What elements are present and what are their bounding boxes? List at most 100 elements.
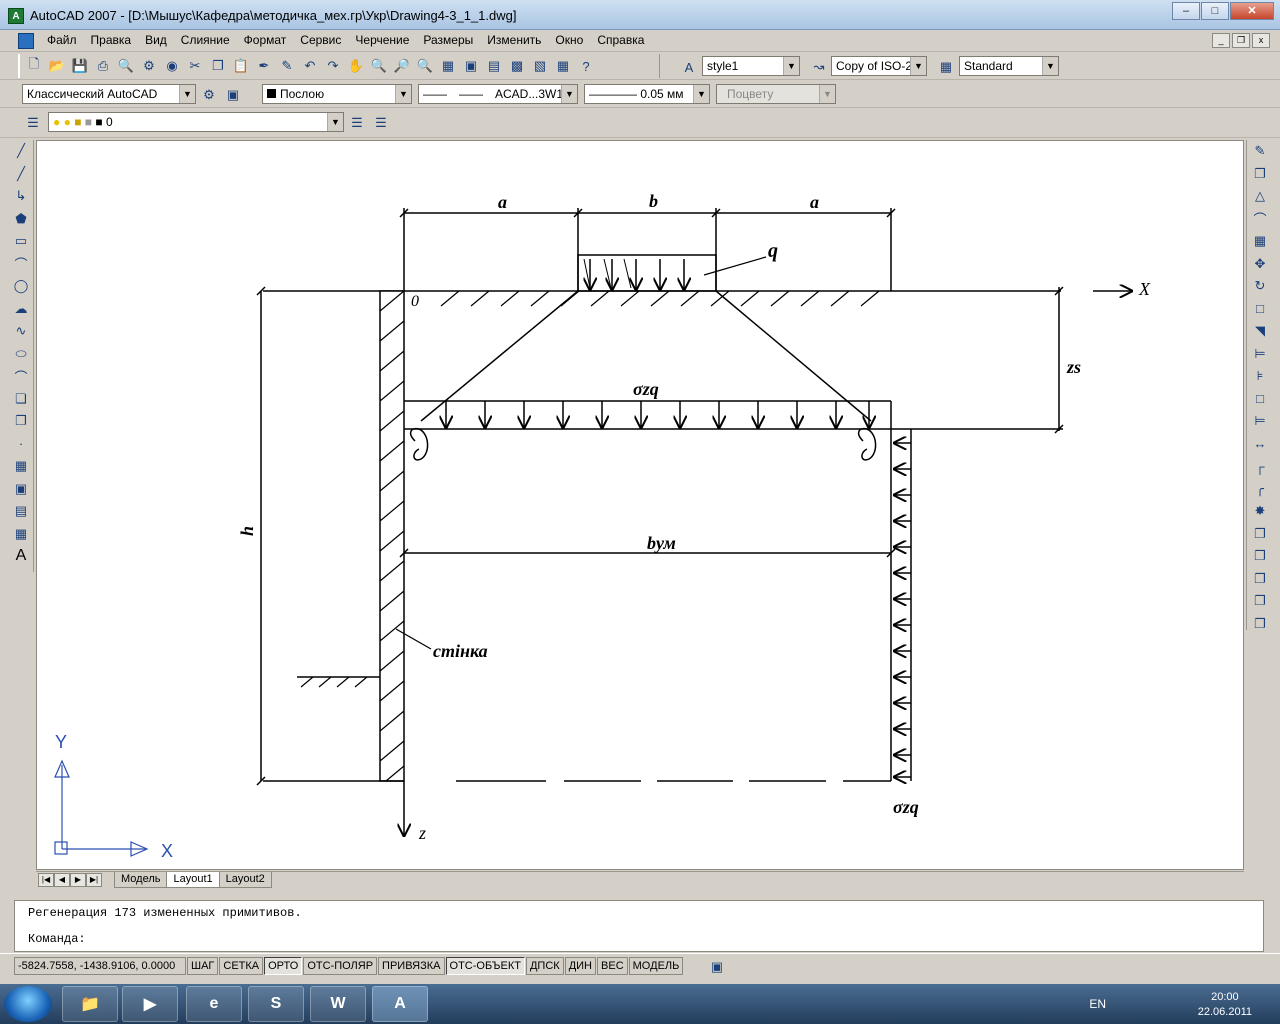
cut-icon[interactable]: ✂ (184, 55, 206, 77)
ducs-toggle[interactable]: ДПСК (525, 957, 564, 975)
snap-toggle[interactable]: ШАГ (187, 957, 219, 975)
menu-tools[interactable]: Сервис (293, 33, 348, 47)
layer-select[interactable]: ● ● ■ ■ ■ 0 ▼ (48, 112, 344, 132)
explode-icon[interactable]: ✸ (1249, 500, 1271, 522)
help-icon[interactable]: ? (575, 55, 597, 77)
tab-layout1[interactable]: Layout1 (166, 872, 220, 888)
next-tab-icon[interactable]: ▶ (70, 873, 86, 887)
lwt-toggle[interactable]: ВЕС (597, 957, 628, 975)
drawing-canvas[interactable]: a b a q X 0 zs σzq h bум стінка z σzq Y … (36, 140, 1244, 870)
move-icon[interactable]: ✥ (1249, 253, 1271, 275)
3d-dwf-icon[interactable]: ◉ (161, 55, 183, 77)
revision-cloud-icon[interactable]: ☁ (10, 298, 32, 320)
doc-minimize-button[interactable]: _ (1212, 33, 1230, 48)
sheet-set-icon[interactable]: ▩ (506, 55, 528, 77)
ellipse-arc-icon[interactable]: ⌒ (10, 365, 32, 387)
polar-toggle[interactable]: ОТС-ПОЛЯР (303, 957, 378, 975)
autocad-taskbar-icon[interactable]: A (372, 986, 428, 1022)
ortho-toggle[interactable]: ОРТО (264, 957, 303, 975)
close-button[interactable]: ✕ (1230, 2, 1274, 20)
line-icon[interactable]: ╱ (10, 140, 32, 162)
layer-manager-icon[interactable]: ☰ (22, 112, 44, 134)
text-style-select[interactable]: style1 ▼ (702, 56, 800, 76)
polyline-icon[interactable]: ↳ (10, 185, 32, 207)
doc-close-button[interactable]: x (1252, 33, 1270, 48)
workspace-settings-icon[interactable]: ⚙ (198, 84, 220, 106)
minimize-button[interactable]: – (1172, 2, 1200, 20)
tab-model[interactable]: Модель (114, 872, 168, 888)
menu-format[interactable]: Формат (237, 33, 294, 47)
menu-merge[interactable]: Слияние (174, 33, 237, 47)
copy-icon[interactable]: ❐ (207, 55, 229, 77)
dim-style-select[interactable]: Copy of ISO-25 ▼ (831, 56, 927, 76)
menu-window[interactable]: Окно (548, 33, 590, 47)
doc-restore-button[interactable]: ❐ (1232, 33, 1250, 48)
insert-block-icon[interactable]: ❏ (10, 388, 32, 410)
join-icon[interactable]: ↔ (1249, 433, 1271, 455)
save-icon[interactable]: 💾 (69, 55, 91, 77)
table-icon[interactable]: ▦ (10, 523, 32, 545)
clock[interactable]: 20:00 22.06.2011 (1198, 990, 1252, 1020)
workspace-select[interactable]: Классический AutoCAD ▼ (22, 84, 196, 104)
design-center-icon[interactable]: ▣ (460, 55, 482, 77)
chevron-down-icon[interactable]: ▼ (561, 85, 577, 103)
grid-toggle[interactable]: СЕТКА (219, 957, 264, 975)
break-icon[interactable]: ⊨ (1249, 410, 1271, 432)
offset-icon[interactable]: ⌒ (1249, 208, 1271, 230)
menu-edit[interactable]: Правка (84, 33, 139, 47)
maximize-button[interactable]: □ (1201, 2, 1229, 20)
zoom-window-icon[interactable]: 🔎 (391, 55, 413, 77)
bring-above-icon[interactable]: ❐ (1249, 590, 1271, 612)
trim-icon[interactable]: ⊨ (1249, 343, 1271, 365)
last-tab-icon[interactable]: ▶| (86, 873, 102, 887)
new-file-icon[interactable]: 🗋 (23, 55, 45, 77)
menu-modify[interactable]: Изменить (480, 33, 548, 47)
redo-icon[interactable]: ↷ (322, 55, 344, 77)
chevron-down-icon[interactable]: ▼ (693, 85, 709, 103)
chamfer-icon[interactable]: ┌ (1249, 455, 1271, 477)
pan-icon[interactable]: ✋ (345, 55, 367, 77)
menu-draw[interactable]: Черчение (348, 33, 416, 47)
chevron-down-icon[interactable]: ▼ (1042, 57, 1058, 75)
otrack-toggle[interactable]: ОТС-ОБЪЕКТ (445, 957, 525, 975)
copy-object-icon[interactable]: ❐ (1249, 163, 1271, 185)
arc-icon[interactable]: ⌒ (10, 253, 32, 275)
tool-palettes-icon[interactable]: ▤ (483, 55, 505, 77)
rectangle-icon[interactable]: ▭ (10, 230, 32, 252)
multiline-text-icon[interactable]: A (10, 545, 32, 567)
maximize-viewport-icon[interactable]: ▣ (706, 956, 728, 978)
region-icon[interactable]: ▤ (10, 500, 32, 522)
internet-explorer-taskbar-icon[interactable]: e (186, 986, 242, 1022)
zoom-realtime-icon[interactable]: 🔍 (368, 55, 390, 77)
properties-icon[interactable]: ▦ (437, 55, 459, 77)
workspace-save-icon[interactable]: ▣ (222, 84, 244, 106)
document-icon[interactable] (18, 33, 34, 49)
menu-dimension[interactable]: Размеры (416, 33, 480, 47)
make-current-layer-icon[interactable]: ☰ (346, 112, 368, 134)
markup-icon[interactable]: ▧ (529, 55, 551, 77)
point-icon[interactable]: · (10, 433, 32, 455)
osnap-toggle[interactable]: ПРИВЯЗКА (378, 957, 445, 975)
spline-icon[interactable]: ∿ (10, 320, 32, 342)
first-tab-icon[interactable]: |◀ (38, 873, 54, 887)
command-window[interactable]: Регенерация 173 измененных примитивов. К… (14, 900, 1264, 952)
hatch-icon[interactable]: ▦ (10, 455, 32, 477)
skype-taskbar-icon[interactable]: S (248, 986, 304, 1022)
mirror-icon[interactable]: △ (1249, 185, 1271, 207)
chevron-down-icon[interactable]: ▼ (327, 113, 343, 131)
polygon-icon[interactable]: ⬟ (10, 208, 32, 230)
linetype-select[interactable]: —— —— ACAD...3W100 ▼ (418, 84, 578, 104)
make-block-icon[interactable]: ❐ (10, 410, 32, 432)
tab-layout2[interactable]: Layout2 (218, 872, 272, 888)
send-under-icon[interactable]: ❐ (1249, 613, 1271, 635)
command-prompt[interactable]: Команда: (28, 932, 86, 950)
start-button[interactable] (4, 986, 52, 1022)
send-to-back-icon[interactable]: ❐ (1249, 568, 1271, 590)
extend-icon[interactable]: ⊧ (1249, 365, 1271, 387)
chevron-down-icon[interactable]: ▼ (395, 85, 411, 103)
stretch-icon[interactable]: ◥ (1249, 320, 1271, 342)
ellipse-icon[interactable]: ⬭ (10, 343, 32, 365)
circle-icon[interactable]: ◯ (10, 275, 32, 297)
draw-order-icon[interactable]: ❐ (1249, 523, 1271, 545)
open-file-icon[interactable]: 📂 (46, 55, 68, 77)
